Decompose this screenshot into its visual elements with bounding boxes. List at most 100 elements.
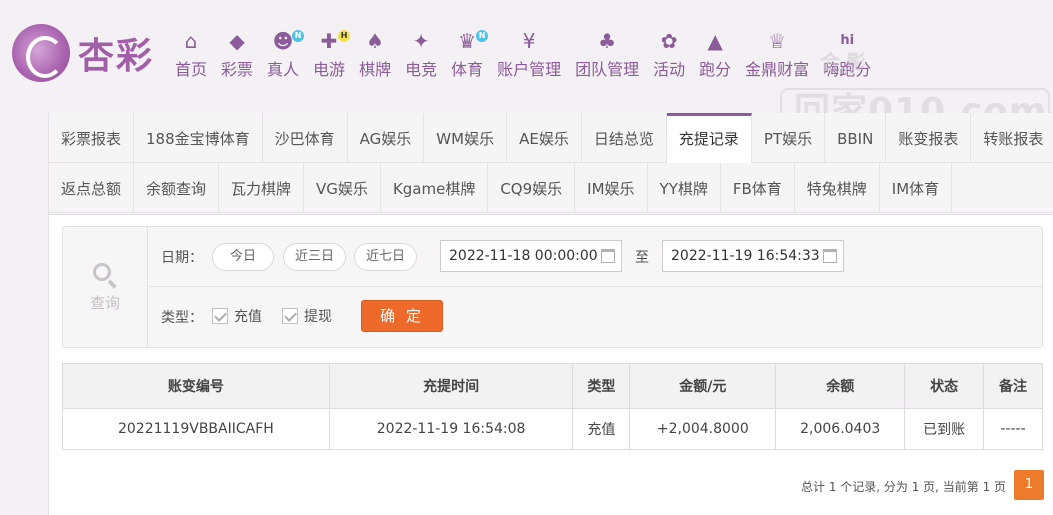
tab-wali-chess[interactable]: 瓦力棋牌 xyxy=(219,163,305,213)
date-row: 日期： 今日 近三日 近七日 2022-11-18 00:00:00 至 202… xyxy=(149,227,1043,287)
checkmark-icon[interactable] xyxy=(282,308,298,324)
type-label: 类型： xyxy=(161,310,203,326)
type-cell: 充值 xyxy=(572,408,631,450)
range-separator: 至 xyxy=(635,250,649,266)
type-withdraw-checkbox[interactable]: 提现 xyxy=(282,306,332,326)
checkbox-label: 充值 xyxy=(234,309,262,325)
time-cell: 2022-11-19 16:54:08 xyxy=(328,408,574,450)
col-amount[interactable]: 金额/元 xyxy=(629,363,777,409)
yen-coin-icon: ¥ xyxy=(522,29,536,53)
quick-range-3days[interactable]: 近三日 xyxy=(283,243,346,271)
records-table: 账变编号 充提时间 类型 金额/元 余额 状态 备注 20221119VBBAI… xyxy=(62,363,1043,450)
tab-vg[interactable]: VG娱乐 xyxy=(304,163,381,213)
tab-transfer-report[interactable]: 转账报表 xyxy=(971,113,1051,163)
col-remark[interactable]: 备注 xyxy=(983,363,1043,409)
table-header-row: 账变编号 充提时间 类型 金额/元 余额 状态 备注 xyxy=(62,363,1043,409)
logo-emblem-icon xyxy=(12,24,70,82)
tab-pt[interactable]: PT娱乐 xyxy=(752,113,826,163)
nav-running-score[interactable]: ▲ 跑分 xyxy=(692,28,738,79)
nav-sports[interactable]: ♛ 体育 N xyxy=(444,28,490,79)
checkbox-label: 提现 xyxy=(304,309,332,325)
balance-cell: 2,006.0403 xyxy=(775,408,906,450)
tab-kgame-chess[interactable]: Kgame棋牌 xyxy=(381,163,489,213)
start-date-value: 2022-11-18 00:00:00 xyxy=(449,248,598,264)
query-form: 查询 日期： 今日 近三日 近七日 2022-11-18 00:00:00 至 … xyxy=(62,226,1043,348)
tab-tetu-chess[interactable]: 特兔棋牌 xyxy=(795,163,880,213)
nav-label: 团队管理 xyxy=(575,60,640,79)
new-badge: N xyxy=(476,30,489,42)
quick-range-today[interactable]: 今日 xyxy=(212,243,274,271)
tab-lottery-report[interactable]: 彩票报表 xyxy=(49,113,135,163)
type-deposit-checkbox[interactable]: 充值 xyxy=(212,306,262,326)
main-nav: ⌂ 首页 ◆ 彩票 ☻ 真人 N ✚ 电游 H ♠ 棋牌 ✦ 电竞 ♛ 体育 N xyxy=(168,28,878,79)
gamepad-icon: ✚ xyxy=(320,29,338,53)
tab-188-sports[interactable]: 188金宝博体育 xyxy=(134,113,263,163)
nav-label: 体育 xyxy=(451,60,484,79)
tab-fb-sports[interactable]: FB体育 xyxy=(721,163,795,213)
nav-home[interactable]: ⌂ 首页 xyxy=(168,28,214,79)
tab-bbin[interactable]: BBIN xyxy=(825,113,887,163)
confirm-button[interactable]: 确 定 xyxy=(361,300,443,332)
running-score-icon: ▲ xyxy=(707,29,723,53)
tab-yy-chess[interactable]: YY棋牌 xyxy=(648,163,721,213)
tab-ae[interactable]: AE娱乐 xyxy=(507,113,582,163)
new-badge: N xyxy=(292,30,305,42)
nav-label: 棋牌 xyxy=(359,60,392,79)
gift-icon: ✿ xyxy=(660,29,678,53)
end-date-value: 2022-11-19 16:54:33 xyxy=(671,248,820,264)
brand-name: 杏彩 xyxy=(78,35,155,77)
nav-team[interactable]: ♣ 团队管理 xyxy=(568,28,646,79)
nav-label: 活动 xyxy=(653,60,686,79)
tab-saba-sports[interactable]: 沙巴体育 xyxy=(263,113,348,163)
end-date-input[interactable]: 2022-11-19 16:54:33 xyxy=(662,240,844,272)
quick-range-7days[interactable]: 近七日 xyxy=(354,243,417,271)
forum-watermark: 合影 回家010.com xyxy=(780,40,1050,136)
tab-im-sports[interactable]: IM体育 xyxy=(880,163,953,213)
page-1-button[interactable]: 1 xyxy=(1014,470,1044,500)
search-icon xyxy=(92,262,118,289)
table-row: 20221119VBBAIICAFH 2022-11-19 16:54:08 充… xyxy=(62,408,1043,450)
home-icon: ⌂ xyxy=(184,29,198,53)
tab-daily-summary[interactable]: 日结总览 xyxy=(582,113,667,163)
nav-activity[interactable]: ✿ 活动 xyxy=(646,28,692,79)
tab-ag[interactable]: AG娱乐 xyxy=(348,113,425,163)
tab-wm[interactable]: WM娱乐 xyxy=(424,113,508,163)
nav-esports[interactable]: ✦ 电竞 xyxy=(398,28,444,79)
col-time[interactable]: 充提时间 xyxy=(328,363,574,409)
nav-chess-cards[interactable]: ♠ 棋牌 xyxy=(352,28,398,79)
col-type[interactable]: 类型 xyxy=(572,363,631,409)
col-status[interactable]: 状态 xyxy=(904,363,985,409)
col-balance[interactable]: 余额 xyxy=(775,363,906,409)
tab-cq9[interactable]: CQ9娱乐 xyxy=(488,163,576,213)
transaction-id-cell: 20221119VBBAIICAFH xyxy=(62,408,330,450)
amount-cell: +2,004.8000 xyxy=(629,408,777,450)
tab-balance-change-report[interactable]: 账变报表 xyxy=(886,113,972,163)
trophy-icon: ♛ xyxy=(458,29,477,53)
nav-account[interactable]: ¥ 账户管理 xyxy=(490,28,568,79)
remark-cell: ----- xyxy=(983,408,1043,450)
tab-rebate-total[interactable]: 返点总额 xyxy=(49,163,135,213)
tab-balance-query[interactable]: 余额查询 xyxy=(134,163,220,213)
calendar-icon[interactable] xyxy=(823,249,837,263)
tab-im[interactable]: IM娱乐 xyxy=(575,163,648,213)
nav-live[interactable]: ☻ 真人 N xyxy=(260,28,306,79)
tab-deposit-withdraw-records[interactable]: 充提记录 xyxy=(666,113,752,163)
lottery-ticket-icon: ◆ xyxy=(229,29,245,53)
team-icon: ♣ xyxy=(598,29,617,53)
watermark-top-text: 合影 xyxy=(820,50,872,74)
calendar-icon[interactable] xyxy=(601,249,615,263)
nav-label: 账户管理 xyxy=(497,60,562,79)
cards-icon: ♠ xyxy=(366,29,385,53)
brand-logo[interactable]: 杏彩 xyxy=(12,22,162,84)
tab-row-2: 返点总额 余额查询 瓦力棋牌 VG娱乐 Kgame棋牌 CQ9娱乐 IM娱乐 Y… xyxy=(49,163,1053,213)
checkmark-icon[interactable] xyxy=(212,308,228,324)
col-transaction-id[interactable]: 账变编号 xyxy=(62,363,330,409)
query-side-label: 查询 xyxy=(89,293,120,312)
tab-row-1: 彩票报表 188金宝博体育 沙巴体育 AG娱乐 WM娱乐 AE娱乐 日结总览 充… xyxy=(49,113,1053,163)
nav-slots[interactable]: ✚ 电游 H xyxy=(306,28,352,79)
start-date-input[interactable]: 2022-11-18 00:00:00 xyxy=(440,240,622,272)
nav-lottery[interactable]: ◆ 彩票 xyxy=(214,28,260,79)
query-side: 查询 xyxy=(63,227,148,347)
nav-label: 首页 xyxy=(175,60,208,79)
type-row: 类型： 充值 提现 确 定 xyxy=(149,287,1043,347)
